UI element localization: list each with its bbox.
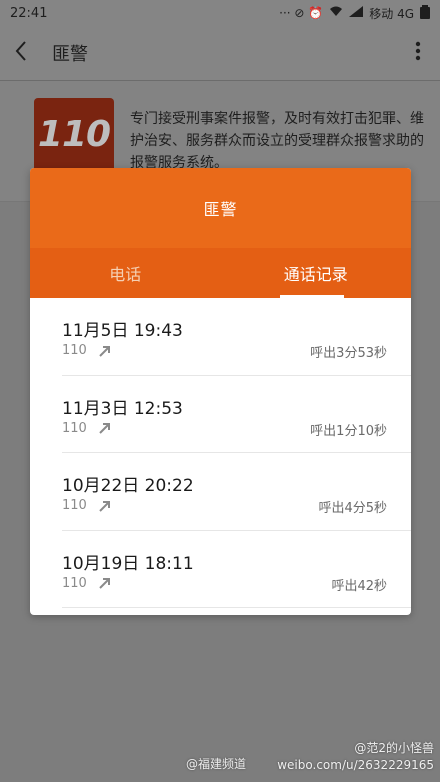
- app-header: 匪警: [0, 26, 440, 80]
- tab-call-log[interactable]: 通话记录: [221, 248, 412, 298]
- notification-icons: ··· ⊘ ⏰: [279, 6, 324, 20]
- outgoing-call-icon: [99, 578, 110, 589]
- dialog-tabs: 电话 通话记录: [30, 248, 411, 298]
- page-title: 匪警: [52, 44, 88, 65]
- call-time: 11月3日 12:53: [62, 398, 183, 419]
- channel-watermark: @福建频道: [186, 757, 247, 771]
- call-number: 110: [62, 343, 87, 358]
- battery-icon: [420, 4, 430, 22]
- call-number: 110: [62, 420, 87, 436]
- call-record[interactable]: 10月22日 20:22 110 呼出4分5秒: [62, 453, 411, 531]
- call-time: 10月19日 18:11: [62, 553, 194, 574]
- outgoing-call-icon: [99, 345, 110, 357]
- call-record[interactable]: 10月19日 18:11 110 呼出42秒: [62, 531, 411, 608]
- outgoing-call-icon: [99, 423, 110, 434]
- call-number: 110: [62, 575, 87, 591]
- call-log-list: 11月5日 19:43 110 呼出3分53秒 11月3日 12:53 110 …: [30, 298, 411, 608]
- status-bar: 22:41 ··· ⊘ ⏰ 移动 4G: [0, 0, 440, 26]
- service-description: 专门接受刑事案件报警，及时有效打击犯罪、维护治安、服务群众而设立的受理群众报警求…: [130, 111, 424, 171]
- call-number-row: 110: [62, 498, 111, 513]
- contact-dialog: 匪警 电话 通话记录 11月5日 19:43 110 呼出3分53秒 11月3日…: [30, 168, 411, 615]
- status-time: 22:41: [10, 5, 48, 21]
- call-duration: 呼出42秒: [331, 578, 387, 594]
- dialog-title: 匪警: [30, 168, 411, 248]
- logo-text: 110: [37, 114, 111, 155]
- call-number-row: 110: [62, 576, 111, 591]
- call-time: 10月22日 20:22: [62, 476, 194, 496]
- carrier-label: 移动 4G: [369, 6, 414, 21]
- call-number-row: 110: [62, 343, 111, 358]
- signal-icon: [349, 6, 364, 20]
- outgoing-call-icon: [99, 500, 110, 512]
- status-indicators: ··· ⊘ ⏰ 移动 4G: [279, 4, 430, 22]
- call-duration: 呼出3分53秒: [310, 346, 387, 361]
- more-vertical-icon[interactable]: [410, 41, 426, 66]
- call-duration: 呼出1分10秒: [310, 423, 387, 439]
- call-time: 11月5日 19:43: [62, 321, 183, 341]
- wifi-icon: [329, 6, 343, 20]
- call-record[interactable]: 11月3日 12:53 110 呼出1分10秒: [62, 376, 411, 453]
- weibo-url-watermark: weibo.com/u/2632229165: [277, 758, 434, 772]
- call-number-row: 110: [62, 421, 111, 436]
- police-110-logo: 110: [34, 98, 114, 178]
- call-record[interactable]: 11月5日 19:43 110 呼出3分53秒: [62, 298, 411, 376]
- tab-phone[interactable]: 电话: [30, 248, 221, 298]
- back-arrow-icon[interactable]: [14, 40, 38, 67]
- weibo-user-watermark: @范2的小怪兽: [354, 741, 434, 755]
- call-number: 110: [62, 498, 87, 513]
- call-duration: 呼出4分5秒: [318, 501, 387, 516]
